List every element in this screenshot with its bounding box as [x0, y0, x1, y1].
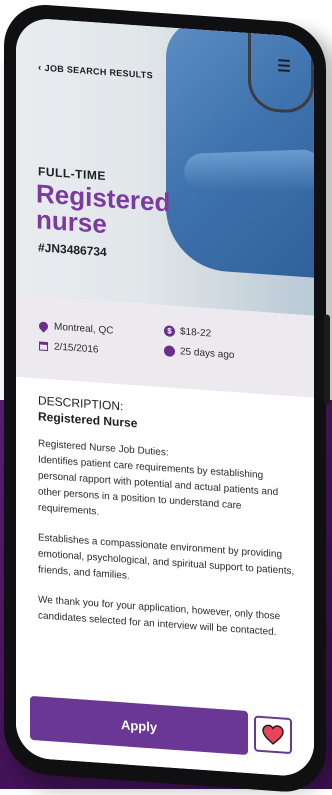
job-description: DESCRIPTION: Registered Nurse Registered…	[38, 392, 300, 656]
clock-icon	[164, 345, 175, 357]
posted-text: 25 days ago	[180, 346, 235, 362]
posted-info: 25 days ago	[164, 345, 235, 361]
date-text: 2/15/2016	[54, 341, 99, 356]
location-pin-icon	[37, 319, 50, 333]
nurse-arm-graphic	[182, 148, 314, 194]
date-info: 2/15/2016	[38, 340, 99, 356]
salary-text: $18-22	[180, 326, 212, 340]
salary-info: $ $18-22	[164, 325, 211, 339]
app-screen: ‹ JOB SEARCH RESULTS FULL-TIME Registered…	[16, 16, 314, 778]
hamburger-menu-icon[interactable]	[278, 59, 290, 72]
dollar-icon: $	[164, 325, 175, 337]
description-paragraph: We thank you for your application, howev…	[38, 594, 281, 639]
calendar-icon	[38, 340, 49, 352]
chevron-left-icon: ‹	[38, 62, 42, 74]
apply-button[interactable]: Apply	[30, 695, 248, 756]
phone-side-button	[324, 314, 330, 405]
location-text: Montreal, QC	[54, 321, 114, 337]
location-info: Montreal, QC	[37, 319, 114, 337]
heart-icon	[262, 724, 284, 745]
favorite-button[interactable]	[254, 715, 292, 755]
description-paragraph: Establishes a compassionate environment …	[38, 532, 295, 582]
phone-frame: ‹ JOB SEARCH RESULTS FULL-TIME Registered…	[4, 2, 330, 795]
action-footer: Apply	[16, 688, 314, 778]
